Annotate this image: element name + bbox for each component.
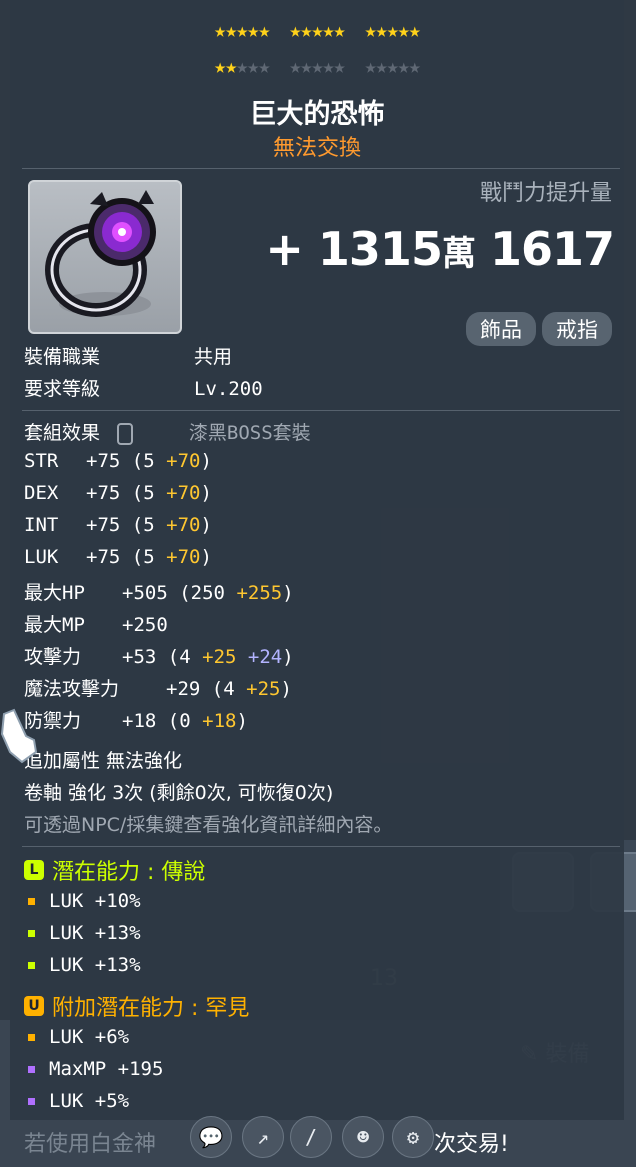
- stat-total: +18: [122, 710, 157, 732]
- stat-bonus: +25: [202, 646, 237, 668]
- enhance-hint: 可透過NPC/採集鍵查看強化資訊詳細內容。: [24, 814, 393, 836]
- bullet-icon: [28, 1065, 35, 1073]
- stat-bonus: +25: [246, 678, 281, 700]
- ring-icon: [45, 190, 156, 317]
- stat-line: 魔法攻擊力 +29 (4 +25): [24, 674, 292, 701]
- potential-line: LUK +6%: [28, 1026, 129, 1048]
- share-icon[interactable]: ↗: [242, 1116, 284, 1158]
- bullet-icon: [28, 929, 35, 937]
- scroll-enhance-line: 卷軸 強化 3次 (剩餘0次, 可恢復0次): [24, 782, 334, 804]
- stat-line: STR +75 (5 +70): [24, 450, 212, 472]
- stat-line: 攻擊力 +53 (4 +25 +24): [24, 642, 294, 669]
- trade-status: 無法交換: [272, 136, 361, 161]
- stat-line: LUK +75 (5 +70): [24, 546, 212, 568]
- smiley-icon[interactable]: ☻: [342, 1116, 384, 1158]
- stat-base: (5: [131, 482, 155, 504]
- stat-line: INT +75 (5 +70): [24, 514, 212, 536]
- stat-extra: +24: [247, 646, 283, 668]
- stat-name: LUK: [24, 546, 59, 568]
- stat-name: STR: [24, 450, 59, 472]
- job-requirement: 裝備職業 共用: [24, 346, 233, 368]
- stat-name: 攻擊力: [24, 646, 82, 668]
- item-icon-box: [28, 180, 182, 334]
- stat-bonus: +70: [166, 546, 201, 568]
- stat-name: 最大MP: [24, 614, 85, 636]
- combat-power-label: 戰鬥力提升量: [479, 181, 612, 206]
- stat-total: +75: [86, 514, 121, 536]
- bullet-icon: [28, 1033, 35, 1041]
- stat-base: (0: [167, 710, 191, 732]
- potential-line: MaxMP +195: [28, 1058, 163, 1080]
- stat-close: ): [236, 710, 248, 732]
- stat-base: (5: [131, 450, 155, 472]
- stat-name: INT: [24, 514, 59, 536]
- stat-base: (5: [131, 546, 155, 568]
- potential-line: LUK +13%: [28, 922, 141, 944]
- bottom-hint: 若使用白金神: [24, 1132, 157, 1157]
- item-tooltip: ★★★★★ ★★★★★ ★★★★★ ★★★★★ ★★★★★ ★★★★★ 巨大的恐怖 無法…: [10, 0, 624, 1120]
- potential-line: LUK +10%: [28, 890, 141, 912]
- stat-total: +53: [122, 646, 157, 668]
- potential-line: LUK +5%: [28, 1090, 129, 1112]
- stat-total: +75: [86, 450, 121, 472]
- tag-ring: 戒指: [542, 312, 612, 346]
- tag-accessory: 飾品: [466, 312, 536, 346]
- legendary-badge: L: [24, 860, 44, 880]
- stat-line: DEX +75 (5 +70): [24, 482, 212, 504]
- stat-name: 魔法攻擊力: [24, 678, 120, 700]
- bullet-icon: [28, 1097, 35, 1105]
- stat-close: ): [200, 450, 212, 472]
- combat-power-value: + 1315萬 1617: [265, 222, 615, 276]
- lock-icon[interactable]: [117, 422, 134, 445]
- stat-close: ): [200, 514, 212, 536]
- stat-line: 防禦力 +18 (0 +18): [24, 706, 248, 733]
- potential-line: LUK +13%: [28, 954, 141, 976]
- chat-bubble-icon[interactable]: 💬: [190, 1116, 232, 1158]
- bottom-hint-2: 次交易!: [434, 1132, 509, 1157]
- stat-bonus: +70: [166, 482, 201, 504]
- item-name: 巨大的恐怖: [249, 99, 385, 130]
- stat-base: (250: [179, 582, 225, 604]
- stat-total: +29: [166, 678, 201, 700]
- star-force-row-1: ★★★★★ ★★★★★ ★★★★★: [214, 18, 421, 42]
- pen-icon[interactable]: /: [290, 1116, 332, 1158]
- stat-name: DEX: [24, 482, 59, 504]
- additional-potential-header: U 附加潛在能力 : 罕見: [24, 990, 249, 1022]
- stat-name: 最大HP: [24, 582, 85, 604]
- star-force-row-2: ★★★★★ ★★★★★ ★★★★★: [214, 54, 421, 78]
- bullet-icon: [28, 961, 35, 969]
- stat-close: ): [282, 646, 294, 668]
- stat-close: ): [200, 482, 212, 504]
- gear-icon[interactable]: ⚙: [392, 1116, 434, 1158]
- unique-badge: U: [24, 996, 44, 1016]
- stat-bonus: +18: [202, 710, 237, 732]
- stat-line: 最大MP +250: [24, 610, 168, 637]
- stat-bonus: +255: [236, 582, 283, 604]
- stat-base: (4: [167, 646, 191, 668]
- stat-base: (5: [131, 514, 155, 536]
- stat-line: 最大HP +505 (250 +255): [24, 578, 294, 605]
- item-tags: 飾品 戒指: [466, 312, 612, 346]
- stat-total: +505: [122, 582, 168, 604]
- additional-attr-line: 追加屬性 無法強化: [24, 750, 183, 772]
- stat-close: ): [280, 678, 292, 700]
- level-requirement: 要求等級 Lv.200: [24, 378, 263, 400]
- stat-base: (4: [211, 678, 235, 700]
- set-effect: 套組效果 漆黑BOSS套裝: [24, 422, 311, 445]
- stat-total: +75: [86, 546, 121, 568]
- stat-bonus: +70: [166, 514, 201, 536]
- divider: [22, 168, 620, 169]
- divider: [22, 846, 620, 847]
- stat-total: +75: [86, 482, 121, 504]
- stat-close: ): [282, 582, 294, 604]
- hand-cursor-icon: [0, 708, 38, 764]
- stat-bonus: +70: [166, 450, 201, 472]
- potential-header: L 潛在能力 : 傳說: [24, 854, 205, 886]
- bullet-icon: [28, 897, 35, 905]
- stat-close: ): [200, 546, 212, 568]
- bottom-toolbar: 💬 ↗ / ☻ ⚙: [186, 1116, 436, 1162]
- stat-total: +250: [122, 614, 168, 636]
- divider: [22, 410, 620, 411]
